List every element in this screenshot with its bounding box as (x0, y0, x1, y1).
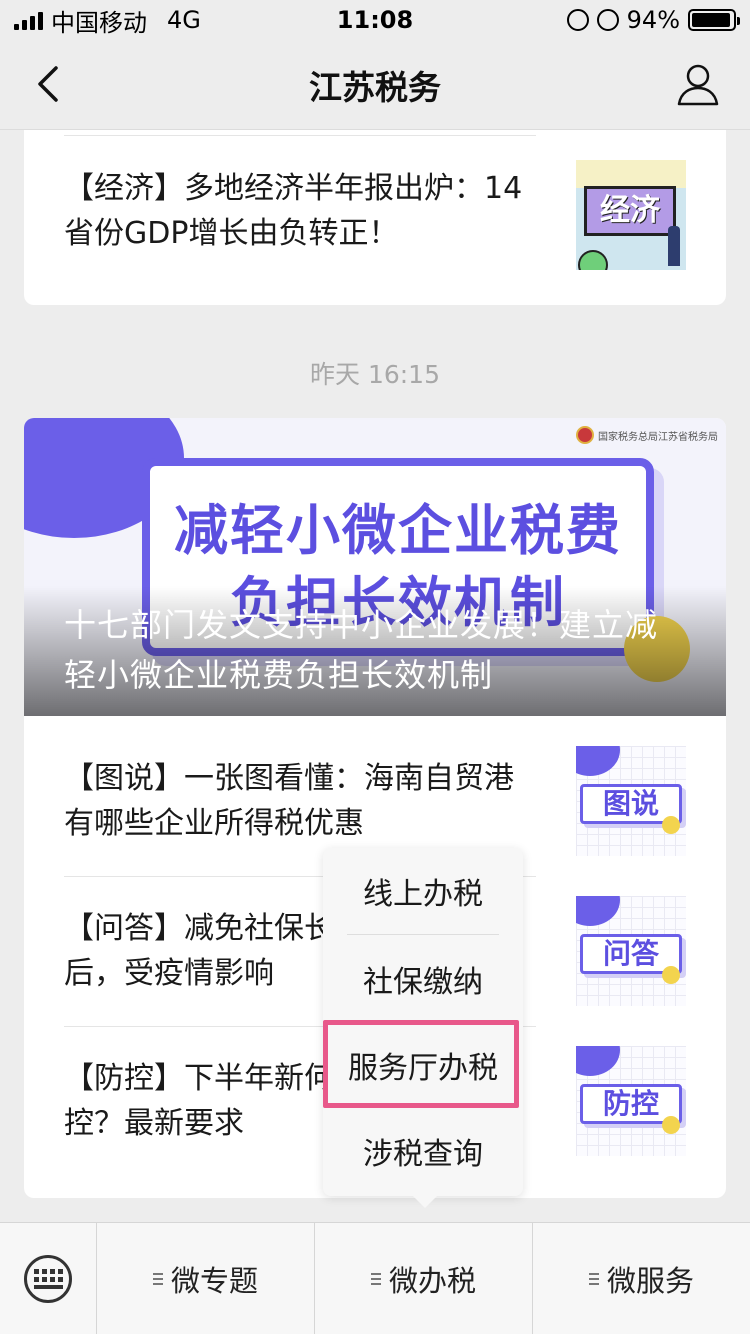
article-card-economy: 【经济】多地经济半年报出炉：14省份GDP增长由负转正！ 经济 (24, 130, 726, 305)
menu-button-services[interactable]: 微服务 (533, 1223, 750, 1334)
banner-headline-1: 减轻小微企业税费 (174, 499, 622, 562)
article-thumbnail: 经济 (576, 160, 686, 270)
chevron-left-icon[interactable] (30, 64, 70, 104)
menu-item-tax-query[interactable]: 涉税查询 (323, 1108, 523, 1194)
article-item-tushuo[interactable]: 【图说】一张图看懂：海南自贸港有哪些企业所得税优惠 图说 (64, 746, 726, 856)
battery-percent: 94% (626, 6, 680, 34)
article-thumbnail: 防控 (576, 1046, 686, 1156)
menu-button-label: 微办税 (388, 1264, 476, 1298)
nav-bar: 江苏税务 (0, 40, 750, 130)
menu-button-topics[interactable]: 微专题 (97, 1223, 315, 1334)
keyboard-toggle-button[interactable] (0, 1223, 97, 1334)
person-icon[interactable] (676, 62, 720, 106)
menu-item-social-insurance[interactable]: 社保缴纳 (323, 936, 523, 1022)
main-article-banner[interactable]: 国家税务总局江苏省税务局 减轻小微企业税费 负担长效机制 十七部门发文支持中小企… (24, 418, 726, 716)
figure-icon (668, 226, 680, 266)
highlight-box (323, 1020, 519, 1108)
thumbnail-label: 经济 (584, 186, 676, 236)
alarm-icon (596, 9, 619, 31)
signal-icon (14, 10, 43, 30)
divider (347, 934, 499, 935)
article-title: 【经济】多地经济半年报出炉：14省份GDP增长由负转正！ (64, 171, 523, 251)
rotation-lock-icon (566, 9, 589, 31)
network-label: 4G (167, 6, 201, 34)
article-thumbnail: 问答 (576, 896, 686, 1006)
status-bar: 中国移动 4G 11:08 94% (0, 0, 750, 40)
article-item-economy[interactable]: 【经济】多地经济半年报出炉：14省份GDP增长由负转正！ 经济 (64, 160, 726, 290)
article-title: 【问答】减免社保长后，受疫情影响 (64, 911, 334, 991)
menu-lines-icon (588, 1270, 599, 1288)
menu-lines-icon (370, 1270, 381, 1288)
menu-button-label: 微服务 (606, 1264, 694, 1298)
divider (64, 135, 536, 136)
menu-button-label: 微专题 (170, 1264, 258, 1298)
bottom-menu-bar: 微专题 微办税 微服务 (0, 1222, 750, 1334)
menu-item-online-tax[interactable]: 线上办税 (323, 848, 523, 934)
article-thumbnail: 图说 (576, 746, 686, 856)
emblem-icon (576, 426, 594, 444)
page-title: 江苏税务 (309, 67, 441, 107)
message-timestamp: 昨天 16:15 (310, 360, 440, 389)
battery-icon (688, 9, 740, 31)
carrier-label: 中国移动 (51, 8, 147, 37)
main-article-title: 十七部门发文支持中小企业发展！建立减轻小微企业税费负担长效机制 (64, 606, 659, 694)
menu-lines-icon (152, 1270, 163, 1288)
keyboard-icon (24, 1255, 72, 1303)
article-title: 【图说】一张图看懂：海南自贸港有哪些企业所得税优惠 (64, 761, 514, 841)
tax-bureau-seal: 国家税务总局江苏省税务局 (576, 426, 718, 444)
menu-button-tax-service[interactable]: 微办税 (315, 1223, 533, 1334)
article-title: 【防控】下半年新何防控？最新要求 (64, 1061, 364, 1141)
